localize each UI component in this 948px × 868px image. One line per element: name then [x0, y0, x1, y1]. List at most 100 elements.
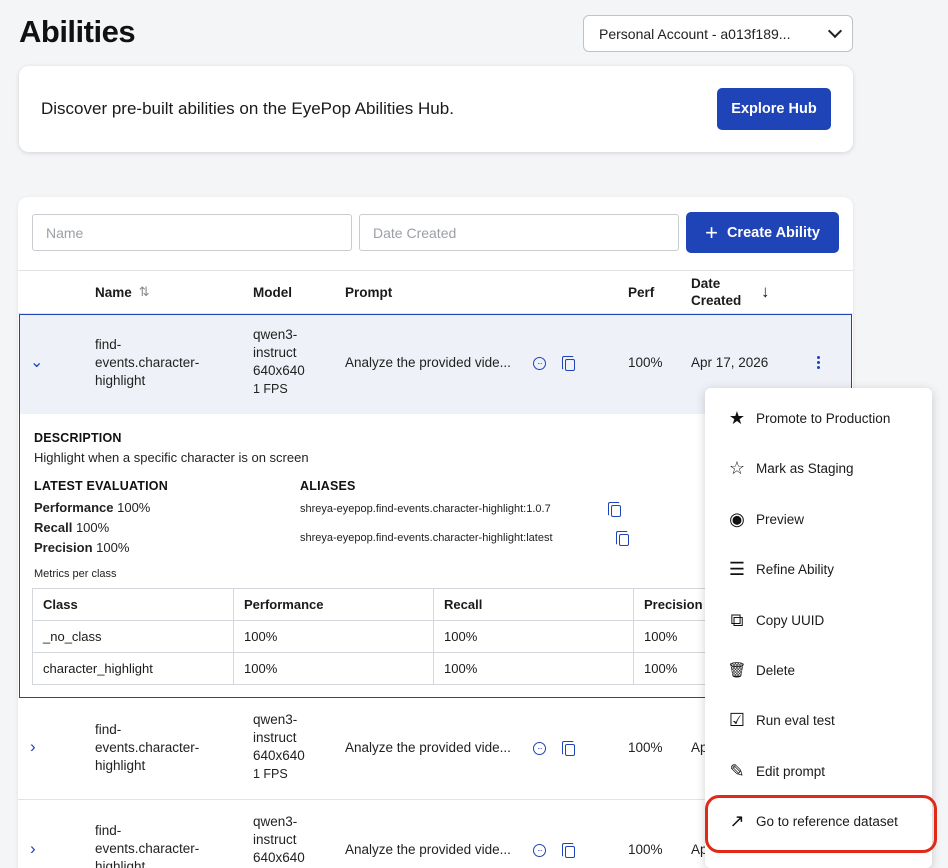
- col-header-name[interactable]: Name ⇅: [95, 271, 150, 313]
- explore-hub-button[interactable]: Explore Hub: [717, 88, 831, 130]
- recall-metric: Recall 100%: [34, 520, 109, 535]
- metrics-performance: 100%: [233, 620, 434, 653]
- metrics-col-class: Class: [32, 588, 234, 621]
- precision-metric: Precision 100%: [34, 540, 129, 555]
- copy-icon: ⧉: [730, 609, 744, 630]
- alias-text: shreya-eyepop.find-events.character-high…: [300, 532, 553, 544]
- eye-icon: ◉: [729, 508, 745, 529]
- create-ability-label: Create Ability: [726, 224, 820, 241]
- hub-banner-text: Discover pre-built abilities on the EyeP…: [41, 99, 454, 118]
- model-line: 640x640: [253, 850, 305, 865]
- menu-item-refine-ability[interactable]: ☰ Refine Ability: [705, 549, 932, 589]
- model-cell: qwen3- instruct 640x640 1 FPS: [253, 711, 305, 783]
- performance-value: 100%: [117, 500, 151, 515]
- model-line: 640x640: [253, 748, 305, 763]
- table-header: Name ⇅ Model Prompt Perf Date Created ↓: [18, 270, 853, 314]
- perf-cell: 100%: [628, 355, 663, 370]
- model-line: qwen3-: [253, 814, 298, 829]
- trash-icon: 🗑: [727, 662, 747, 679]
- ability-name-line: events.character-: [95, 355, 200, 370]
- model-line: qwen3-: [253, 327, 298, 342]
- menu-item-promote-to-production[interactable]: ★ Promote to Production: [705, 398, 932, 438]
- menu-item-copy-uuid[interactable]: ⧉ Copy UUID: [705, 600, 932, 640]
- perf-cell: 100%: [628, 842, 663, 857]
- ability-name-line: find-: [95, 337, 122, 352]
- name-filter-input[interactable]: Name: [32, 214, 352, 251]
- metrics-class: _no_class: [32, 620, 234, 653]
- copy-prompt-icon[interactable]: [562, 843, 575, 858]
- more-prompt-icon[interactable]: ···: [533, 742, 546, 755]
- ability-name-line: highlight: [95, 859, 146, 868]
- menu-item-label: Promote to Production: [756, 410, 891, 426]
- menu-item-delete[interactable]: 🗑 Delete: [705, 650, 932, 690]
- menu-item-mark-as-staging[interactable]: ☆ Mark as Staging: [705, 448, 932, 488]
- ability-name-line: events.character-: [95, 841, 200, 856]
- row-actions-kebab-icon[interactable]: [815, 356, 821, 369]
- model-line: instruct: [253, 832, 297, 847]
- metrics-col-performance: Performance: [233, 588, 434, 621]
- menu-item-run-eval-test[interactable]: ☑ Run eval test: [705, 700, 932, 740]
- recall-value: 100%: [75, 520, 110, 535]
- metrics-class: character_highlight: [32, 652, 234, 685]
- ability-name: find- events.character- highlight: [95, 822, 199, 868]
- date-created-filter-input[interactable]: Date Created: [359, 214, 679, 251]
- copy-prompt-icon[interactable]: [562, 356, 575, 371]
- ability-name-line: find-: [95, 722, 122, 737]
- description-text: Highlight when a specific character is o…: [34, 450, 309, 465]
- copy-alias-icon[interactable]: [616, 531, 629, 546]
- expand-chevron-icon[interactable]: ›: [30, 839, 36, 859]
- col-header-date-created[interactable]: Date Created: [691, 271, 741, 313]
- model-line: instruct: [253, 730, 297, 745]
- menu-item-label: Run eval test: [756, 712, 835, 728]
- more-prompt-icon[interactable]: ···: [533, 844, 546, 857]
- page-title: Abilities: [19, 14, 136, 49]
- sliders-icon: ☰: [728, 558, 746, 579]
- model-cell: qwen3- instruct 640x640: [253, 813, 305, 867]
- prompt-cell: Analyze the provided vide...: [345, 355, 511, 370]
- ability-name-line: find-: [95, 823, 122, 838]
- recall-label: Recall: [34, 520, 73, 535]
- model-fps: 1 FPS: [253, 767, 288, 781]
- sort-desc-arrow-icon[interactable]: ↓: [761, 271, 770, 313]
- menu-item-label: Preview: [756, 511, 805, 527]
- copy-alias-icon[interactable]: [608, 502, 621, 517]
- menu-item-preview[interactable]: ◉ Preview: [705, 499, 932, 539]
- aliases-heading: ALIASES: [300, 479, 356, 493]
- precision-label: Precision: [34, 540, 93, 555]
- col-header-date-line1: Date: [691, 276, 721, 291]
- alias-text: shreya-eyepop.find-events.character-high…: [300, 503, 551, 515]
- performance-metric: Performance 100%: [34, 500, 150, 515]
- latest-evaluation-heading: LATEST EVALUATION: [34, 479, 168, 493]
- ability-name-line: events.character-: [95, 740, 200, 755]
- ability-name: find- events.character- highlight: [95, 336, 199, 390]
- col-header-date-line2: Created: [691, 293, 742, 308]
- sort-icon[interactable]: ⇅: [139, 284, 150, 300]
- pencil-icon: ✎: [729, 760, 745, 781]
- menu-item-label: Edit prompt: [756, 763, 826, 779]
- menu-item-label: Refine Ability: [756, 561, 835, 577]
- ability-name-line: highlight: [95, 373, 146, 388]
- ability-name-line: highlight: [95, 758, 146, 773]
- precision-value: 100%: [96, 540, 130, 555]
- create-ability-button[interactable]: + Create Ability: [686, 212, 839, 253]
- metrics-caption: Metrics per class: [34, 568, 117, 580]
- copy-prompt-icon[interactable]: [562, 741, 575, 756]
- metrics-col-recall: Recall: [433, 588, 634, 621]
- col-header-name-label: Name: [95, 284, 132, 300]
- metrics-recall: 100%: [433, 652, 634, 685]
- prompt-cell: Analyze the provided vide...: [345, 740, 511, 755]
- star-outline-icon: ☆: [728, 457, 746, 478]
- model-cell: qwen3- instruct 640x640 1 FPS: [253, 326, 305, 398]
- menu-item-edit-prompt[interactable]: ✎ Edit prompt: [705, 751, 932, 791]
- chevron-down-icon: [827, 23, 843, 39]
- perf-cell: 100%: [628, 740, 663, 755]
- menu-item-label: Copy UUID: [756, 612, 825, 628]
- collapse-chevron-icon[interactable]: ⌄: [30, 352, 43, 372]
- more-prompt-icon[interactable]: ···: [533, 357, 546, 370]
- model-line: qwen3-: [253, 712, 298, 727]
- model-fps: 1 FPS: [253, 382, 288, 396]
- ability-name: find- events.character- highlight: [95, 721, 199, 775]
- account-select[interactable]: Personal Account - a013f189...: [583, 15, 853, 52]
- account-select-label: Personal Account - a013f189...: [599, 25, 791, 42]
- expand-chevron-icon[interactable]: ›: [30, 737, 36, 757]
